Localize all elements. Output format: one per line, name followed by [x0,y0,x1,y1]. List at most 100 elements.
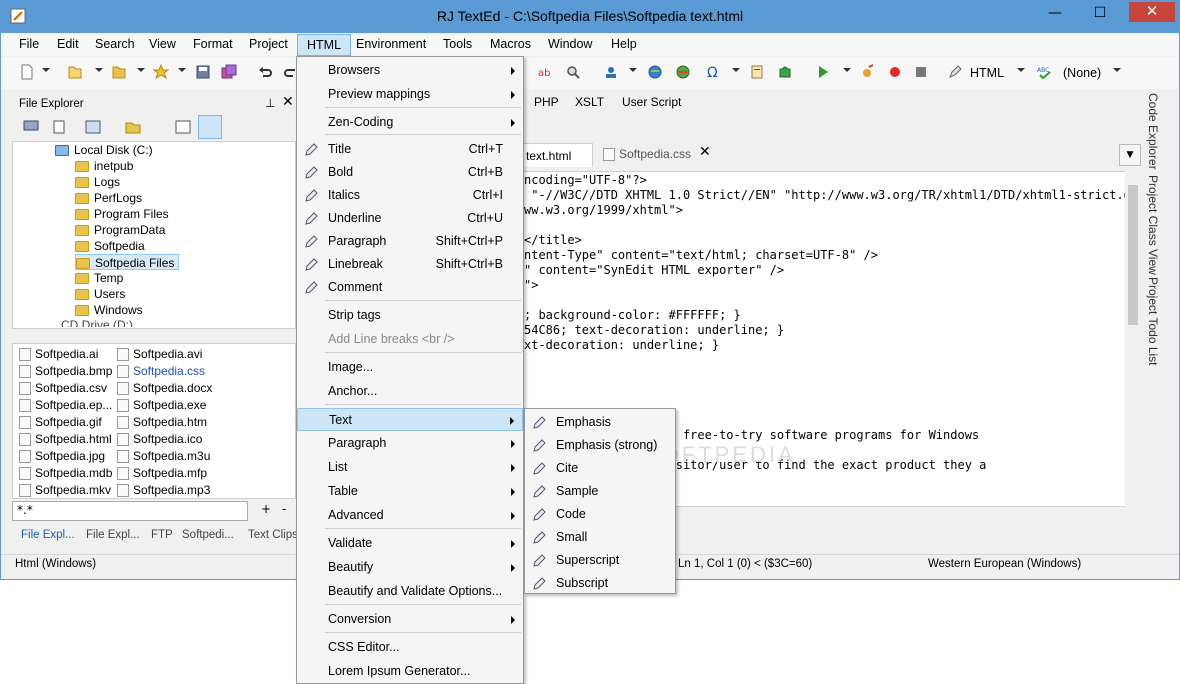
tab-file-explorer-2[interactable]: File Expl... [86,529,140,541]
file-item[interactable]: Softpedia.docx [117,380,212,397]
save-all-icon[interactable] [221,64,237,80]
plugin-puzzle-icon[interactable] [777,64,793,80]
file-item[interactable]: Softpedia.htm [117,414,207,431]
html-menu-item-text[interactable]: Text [297,408,523,431]
doc-tab-active[interactable]: text.html [523,143,593,167]
tree-node[interactable]: Program Files [75,206,169,222]
tab-ftp[interactable]: FTP [151,529,173,541]
find-icon[interactable] [565,64,581,80]
html-menu-item-anchor[interactable]: Anchor... [297,380,523,403]
file-item[interactable]: Softpedia.ep... [19,397,112,414]
doc-tab[interactable]: Softpedia.css [603,147,691,162]
menu-edit[interactable]: Edit [57,37,79,51]
editor-vscrollbar[interactable] [1125,171,1141,507]
tree-node[interactable]: Users [75,286,125,302]
snippet-tab-user-script[interactable]: User Script [622,95,681,109]
html-menu-item-table[interactable]: Table [297,480,523,503]
html-menu-item-italics[interactable]: Italics Ctrl+I [297,184,523,207]
stop-icon[interactable] [913,64,929,80]
menu-environment[interactable]: Environment [356,37,426,51]
file-item[interactable]: Softpedia.bmp [19,363,112,380]
tab-file-explorer-1[interactable]: File Expl... [21,529,75,541]
file-item[interactable]: Softpedia.jpg [19,448,105,465]
pen-icon[interactable] [947,64,963,80]
file-item[interactable]: Softpedia.html [19,431,112,448]
html-menu-item-image[interactable]: Image... [297,356,523,379]
html-menu-item-add-line-breaks-br[interactable]: Add Line breaks <br /> [297,328,523,351]
html-menu-item-advanced[interactable]: Advanced [297,504,523,527]
file-item[interactable]: Softpedia.ico [117,431,202,448]
replace-icon[interactable]: ab [537,64,553,80]
web-globe-icon[interactable] [647,64,663,80]
close-tab-icon[interactable]: ✕ [699,144,711,160]
text-submenu-item-cite[interactable]: Cite [525,457,675,480]
tree-node[interactable]: Local Disk (C:) [55,142,153,158]
menu-view[interactable]: View [149,37,176,51]
tree-node[interactable]: Softpedia [75,238,145,254]
add-filter-button[interactable]: + [261,502,271,516]
file-item[interactable]: Softpedia.mdb [19,465,112,482]
menu-tools[interactable]: Tools [443,37,472,51]
clipboard-icon[interactable] [749,64,765,80]
syntax-mode-select[interactable]: HTML [970,66,1004,80]
favorites-star-icon[interactable] [153,64,169,80]
snippet-tab-xslt[interactable]: XSLT [575,95,604,109]
text-submenu-item-code[interactable]: Code [525,503,675,526]
menu-window[interactable]: Window [548,37,592,51]
html-menu-item-browsers[interactable]: Browsers [297,59,523,82]
tree-node[interactable]: inetpub [75,158,133,174]
run-icon[interactable] [815,64,831,80]
html-menu-item-paragraph[interactable]: Paragraph Shift+Ctrl+P [297,230,523,253]
tree-node[interactable]: Windows [75,302,143,318]
html-menu-item-lorem-ipsum-generator[interactable]: Lorem Ipsum Generator... [297,660,523,683]
panel-close-icon[interactable]: ✕ [282,94,294,110]
view-icon[interactable] [84,119,102,135]
text-submenu-item-sample[interactable]: Sample [525,480,675,503]
layout-icon[interactable] [174,119,192,135]
file-filter-input[interactable]: *.* [12,501,248,521]
html-menu-item-title[interactable]: Title Ctrl+T [297,138,523,161]
minimize-button[interactable]: — [1041,2,1069,24]
undo-icon[interactable] [257,64,273,80]
text-submenu-item-superscript[interactable]: Superscript [525,549,675,572]
menu-html[interactable]: HTML [297,34,352,56]
text-submenu-item-emphasis-strong[interactable]: Emphasis (strong) [525,434,675,457]
save-icon[interactable] [195,64,211,80]
close-button[interactable]: ✕ [1129,2,1175,22]
menu-project[interactable]: Project [249,37,288,51]
file-item-selected[interactable]: Softpedia.css [117,363,205,380]
menu-help[interactable]: Help [611,37,637,51]
tree-node[interactable]: ProgramData [75,222,165,238]
maximize-button[interactable]: ☐ [1086,2,1114,24]
html-menu-item-beautify-and-validate-options[interactable]: Beautify and Validate Options... [297,580,523,603]
debug-icon[interactable] [859,64,875,80]
menu-file[interactable]: File [19,37,39,51]
html-menu-item-linebreak[interactable]: Linebreak Shift+Ctrl+B [297,253,523,276]
tree-node-selected[interactable]: Softpedia Files [75,254,180,270]
tree-node[interactable]: Temp [75,270,123,286]
tab-code-explorer[interactable]: Code Explorer [1146,93,1160,170]
menu-macros[interactable]: Macros [490,37,531,51]
html-menu-item-strip-tags[interactable]: Strip tags [297,304,523,327]
tab-project-class-view[interactable]: Project Class View [1146,175,1160,275]
spellcheck-icon[interactable]: ABC [1037,64,1053,80]
file-item[interactable]: Softpedia.avi [117,346,202,363]
tree-node[interactable]: CD Drive (D:) [61,317,133,327]
file-item[interactable]: Softpedia.exe [117,397,206,414]
web-preview-icon[interactable] [675,64,691,80]
html-menu-item-beautify[interactable]: Beautify [297,556,523,579]
file-item[interactable]: Softpedia.mfp [117,465,207,482]
tab-list-dropdown[interactable]: ▼ [1119,144,1141,166]
html-menu-item-validate[interactable]: Validate [297,532,523,555]
computer-icon[interactable] [22,119,40,135]
pin-icon[interactable]: ⊥ [265,96,275,110]
up-folder-icon[interactable] [124,119,142,135]
file-item[interactable]: Softpedia.mkv [19,482,111,498]
open-file-icon[interactable] [67,64,83,80]
menu-format[interactable]: Format [193,37,233,51]
remove-filter-button[interactable]: - [282,502,286,516]
html-menu-item-css-editor[interactable]: CSS Editor... [297,636,523,659]
menu-search[interactable]: Search [95,37,135,51]
html-menu-item-list[interactable]: List [297,456,523,479]
text-submenu-item-subscript[interactable]: Subscript [525,572,675,595]
